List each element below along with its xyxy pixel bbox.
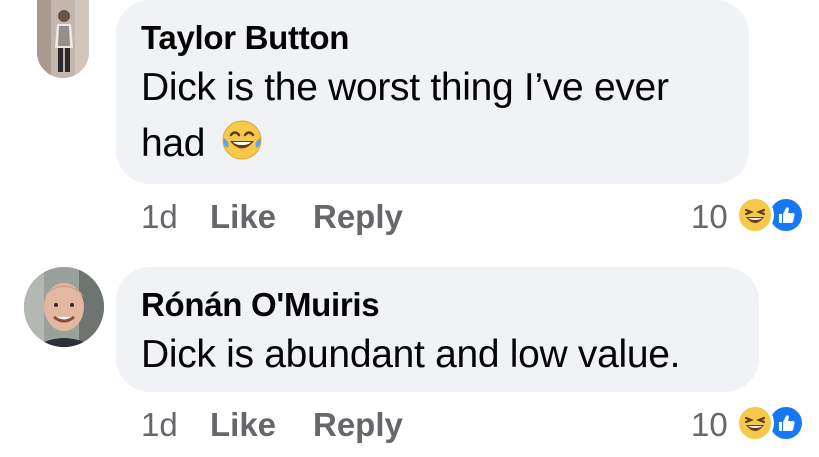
laughing-tears-emoji [220,118,264,178]
comment-text: Dick is the worst thing I’ve ever had [141,60,741,178]
avatar[interactable] [37,0,89,78]
avatar-photo [37,0,89,78]
reply-button[interactable]: Reply [313,198,403,236]
reply-button[interactable]: Reply [313,406,403,444]
haha-icon[interactable] [736,404,774,442]
avatar-photo [24,267,104,347]
comment-author[interactable]: Taylor Button [141,19,349,57]
like-button[interactable]: Like [210,198,276,236]
comment-time[interactable]: 1d [141,198,178,236]
reaction-count[interactable]: 10 [691,198,728,236]
comment-author[interactable]: Rónán O'Muiris [141,286,380,324]
comment-text: Dick is abundant and low value. [141,333,681,376]
haha-icon[interactable] [736,196,774,234]
comment-time[interactable]: 1d [141,406,178,444]
avatar[interactable] [24,267,104,347]
reaction-count[interactable]: 10 [691,406,728,444]
like-button[interactable]: Like [210,406,276,444]
